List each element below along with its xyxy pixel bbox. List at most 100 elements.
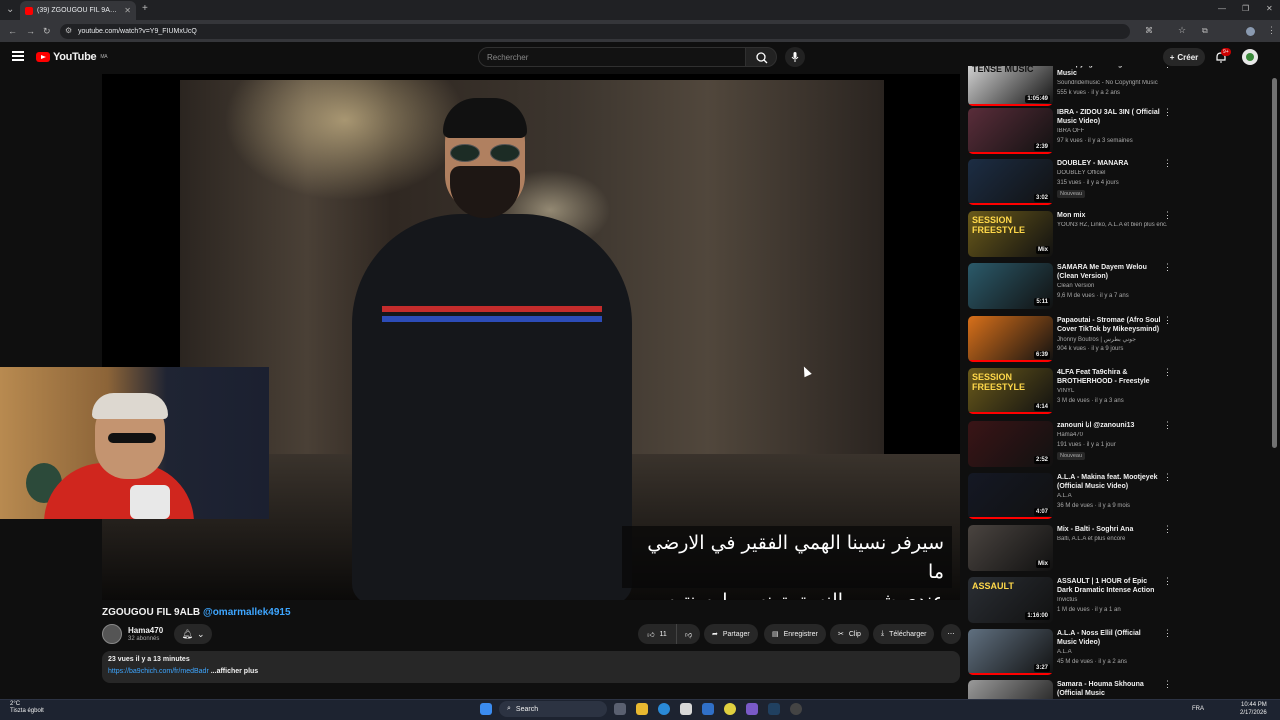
video-title[interactable]: zanouni انا @zanouni13 (1057, 421, 1161, 430)
search-input[interactable]: Rechercher (478, 47, 746, 67)
sidebar-video-item[interactable]: SESSION FREESTYLE 4:14 4LFA Feat Ta9chira … (968, 368, 1173, 418)
video-channel[interactable]: Clean Version (1057, 283, 1167, 289)
video-title[interactable]: Mon mix (1057, 211, 1161, 220)
video-thumbnail[interactable]: SESSION FREESTYLE 4:14 (968, 368, 1053, 414)
close-window-icon[interactable]: ✕ (1266, 4, 1273, 13)
hamburger-menu-icon[interactable] (12, 51, 24, 61)
extensions-icon[interactable]: ⧉ (1202, 26, 1208, 36)
video-channel[interactable]: Soundridemusic - No Copyright Music (1057, 80, 1167, 86)
site-info-icon[interactable]: ⚙ (65, 26, 72, 35)
video-thumbnail[interactable]: 2:39 (968, 108, 1053, 154)
voice-search-button[interactable] (785, 47, 805, 67)
file-explorer-icon[interactable] (636, 703, 648, 715)
video-thumbnail[interactable]: 3:02 (968, 159, 1053, 205)
sidebar-video-item[interactable]: Samara - Houma Skhouna (Official Music ⋮ (968, 680, 1173, 700)
show-more-link[interactable]: ...afficher plus (211, 668, 258, 675)
video-thumbnail[interactable]: 5:11 (968, 263, 1053, 309)
sidebar-video-item[interactable]: 2:52 zanouni انا @zanouni13 Hama470 191 vue… (968, 421, 1173, 471)
title-mention-link[interactable]: @omarmallek4915 (203, 607, 291, 618)
bookmark-star-icon[interactable]: ☆ (1178, 25, 1186, 36)
weather-widget[interactable]: 2°C Tiszta égbolt (10, 701, 44, 715)
video-thumbnail[interactable]: 2:52 (968, 421, 1053, 467)
video-menu-icon[interactable]: ⋮ (1163, 263, 1172, 272)
save-button[interactable]: ▤ Enregistrer (764, 624, 826, 644)
discord-icon[interactable] (746, 703, 758, 715)
description-link[interactable]: https://ba9chich.com/fr/medBadr (108, 668, 209, 675)
youtube-logo[interactable]: YouTube MA (36, 51, 108, 63)
video-title[interactable]: Papaoutai - Stromae (Afro Soul Cover Tik… (1057, 316, 1161, 334)
video-channel[interactable]: A.L.A (1057, 649, 1167, 655)
browser-menu-icon[interactable]: ⋮ (1267, 25, 1276, 36)
video-title[interactable]: SAMARA Me Dayem Welou (Clean Version) (1057, 263, 1161, 281)
sidebar-video-item[interactable]: 4:07 A.L.A - Makina feat. Mootjeyek (Offi… (968, 473, 1173, 523)
video-thumbnail[interactable]: 4:07 (968, 473, 1053, 519)
channel-avatar[interactable] (102, 624, 122, 644)
sidebar-video-item[interactable]: 5:11 SAMARA Me Dayem Welou (Clean Version… (968, 263, 1173, 313)
video-channel[interactable]: YOUN3 RZ, Linko, A.L.A et bien plus enc.… (1057, 222, 1167, 228)
video-menu-icon[interactable]: ⋮ (1163, 525, 1172, 534)
video-menu-icon[interactable]: ⋮ (1163, 680, 1172, 689)
translate-icon[interactable]: ⌘ (1145, 26, 1153, 35)
clip-button[interactable]: ✂ Clip (830, 624, 869, 644)
browser-tab[interactable]: (39) ZGOUGOU FIL 9ALB @om ✕ (20, 1, 136, 20)
download-button[interactable]: ⤓ Télécharger (873, 624, 935, 644)
video-title[interactable]: DOUBLEY - MANARA (1057, 159, 1161, 168)
reload-icon[interactable]: ↻ (43, 26, 51, 37)
video-menu-icon[interactable]: ⋮ (1163, 316, 1172, 325)
video-menu-icon[interactable]: ⋮ (1163, 368, 1172, 377)
more-actions-button[interactable]: ⋯ (941, 624, 961, 644)
search-button[interactable] (745, 47, 777, 67)
task-view-icon[interactable] (614, 703, 626, 715)
store-icon[interactable] (680, 703, 692, 715)
sidebar-video-item[interactable]: 3:27 A.L.A - Noss Ellil (Official Music V… (968, 629, 1173, 679)
sidebar-video-item[interactable]: 2:39 IBRA - ZIDOU 3AL 3IN ( Official Musi… (968, 108, 1173, 158)
video-title[interactable]: IBRA - ZIDOU 3AL 3IN ( Official Music Vi… (1057, 108, 1161, 126)
video-channel[interactable]: IBRA OFF (1057, 128, 1167, 134)
share-button[interactable]: ➦ Partager (704, 624, 758, 644)
video-thumbnail[interactable] (968, 680, 1053, 700)
video-channel[interactable]: DOUBLEY Officiel (1057, 170, 1167, 176)
video-thumbnail[interactable]: TENSE MUSIC 1:05:49 (968, 66, 1053, 106)
sidebar-video-item[interactable]: TENSE MUSIC 1:05:49 NoCopyright Background… (968, 66, 1173, 110)
video-menu-icon[interactable]: ⋮ (1163, 421, 1172, 430)
sidebar-video-item[interactable]: 6:39 Papaoutai - Stromae (Afro Soul Cover… (968, 316, 1173, 366)
taskbar-search[interactable]: ⌕ Search (499, 701, 607, 717)
language-indicator[interactable]: FRA (1192, 706, 1204, 712)
chrome-icon[interactable] (724, 703, 736, 715)
app-icon[interactable] (702, 703, 714, 715)
create-button[interactable]: + Créer (1163, 48, 1205, 66)
clock[interactable]: 10:44 PM 2/17/2026 (1240, 701, 1267, 717)
video-thumbnail[interactable]: SESSION FREESTYLE Mix (968, 211, 1053, 257)
video-thumbnail[interactable]: ASSAULT 1:16:00 (968, 577, 1053, 623)
page-scrollbar[interactable] (1272, 78, 1277, 448)
description-box[interactable]: 23 vues il y a 13 minutes https://ba9chi… (102, 651, 960, 683)
video-thumbnail[interactable]: 6:39 (968, 316, 1053, 362)
video-title[interactable]: 4LFA Feat Ta9chira & BROTHERHOOD - Frees… (1057, 368, 1161, 386)
video-title[interactable]: Mix - Balti - Soghri Ana (1057, 525, 1161, 534)
video-thumbnail[interactable]: 3:27 (968, 629, 1053, 675)
new-tab-icon[interactable]: + (142, 3, 148, 14)
video-menu-icon[interactable]: ⋮ (1163, 211, 1172, 220)
video-menu-icon[interactable]: ⋮ (1163, 577, 1172, 586)
sidebar-video-item[interactable]: SESSION FREESTYLE Mix Mon mix YOUN3 RZ, Lin… (968, 211, 1173, 261)
back-icon[interactable]: ← (8, 26, 17, 36)
close-tab-icon[interactable]: ✕ (124, 6, 131, 15)
video-menu-icon[interactable]: ⋮ (1163, 629, 1172, 638)
video-menu-icon[interactable]: ⋮ (1163, 108, 1172, 117)
video-title[interactable]: A.L.A - Makina feat. Mootjeyek (Official… (1057, 473, 1161, 491)
windows-start-icon[interactable] (480, 703, 492, 715)
sidebar-video-item[interactable]: Mix Mix - Balti - Soghri Ana Balti, A.L.A … (968, 525, 1173, 575)
video-channel[interactable]: Hama470 (1057, 432, 1167, 438)
steam-icon[interactable] (768, 703, 780, 715)
video-channel[interactable]: Balti, A.L.A et plus encore (1057, 536, 1167, 542)
account-avatar[interactable] (1242, 49, 1258, 65)
video-player[interactable]: سيرفر نسينا الهمي الفقير في الارضي ما عن… (102, 74, 960, 600)
video-title[interactable]: ASSAULT | 1 HOUR of Epic Dark Dramatic I… (1057, 577, 1161, 595)
like-button[interactable]: 👍︎ 11 (638, 624, 676, 644)
forward-icon[interactable]: → (26, 26, 35, 36)
video-channel[interactable]: A.L.A (1057, 493, 1167, 499)
subscription-bell-button[interactable]: 🔔︎ ⌄ (174, 624, 212, 644)
video-channel[interactable]: Invictus (1057, 597, 1167, 603)
minimize-icon[interactable]: — (1218, 4, 1226, 13)
edge-icon[interactable] (658, 703, 670, 715)
